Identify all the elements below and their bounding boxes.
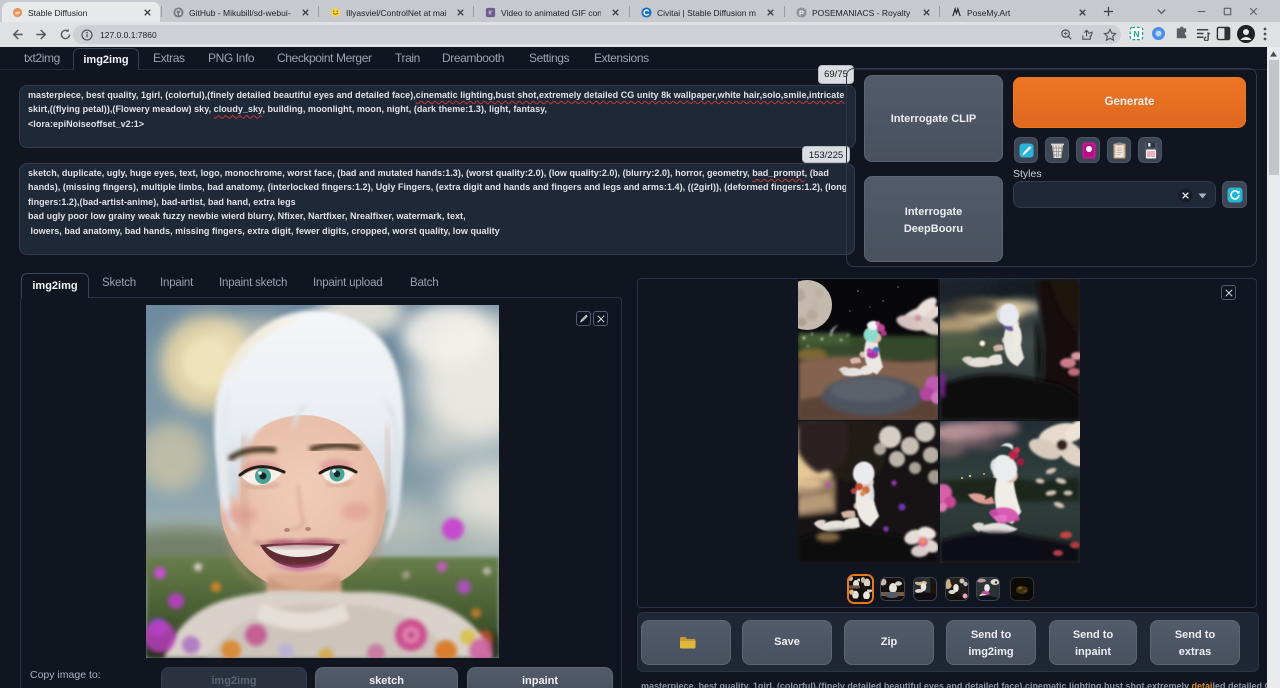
- svg-text:P: P: [799, 8, 804, 17]
- svg-text:N: N: [1133, 29, 1139, 39]
